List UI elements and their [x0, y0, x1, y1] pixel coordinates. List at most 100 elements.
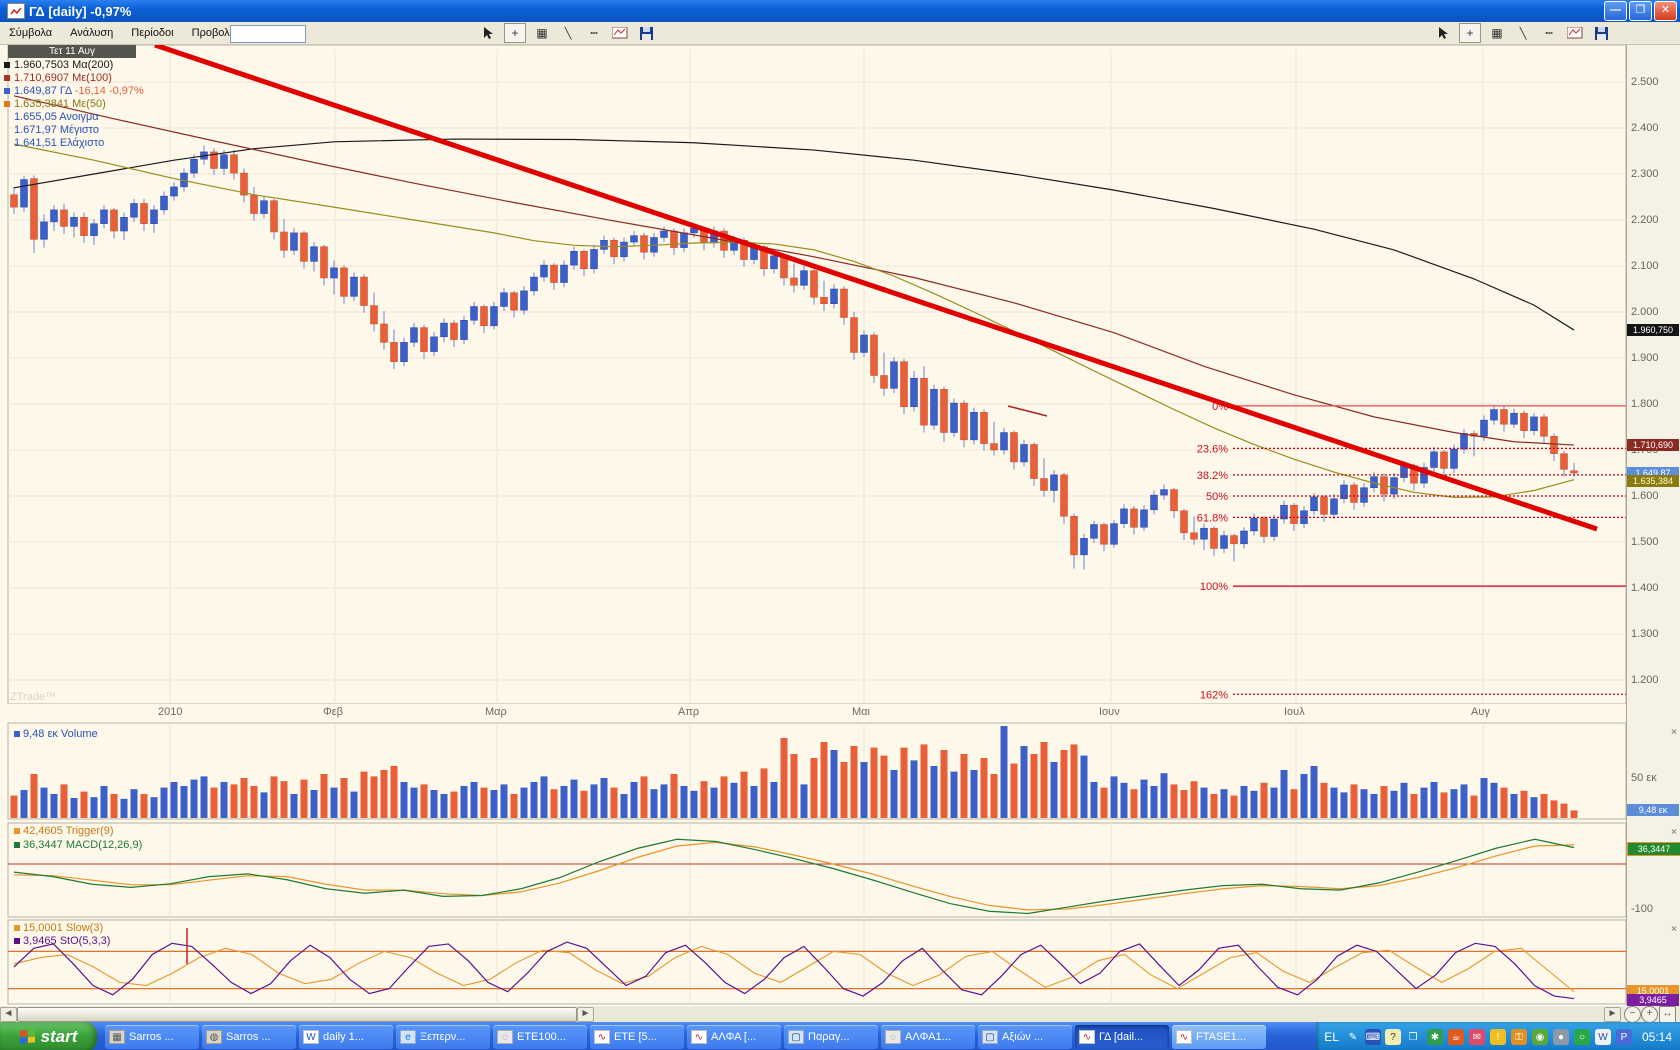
paint-icon[interactable]: P — [1616, 1029, 1632, 1045]
taskbar-button-ετε5[interactable]: ∿ΕΤΕ [5... — [590, 1025, 684, 1049]
y-axis-tick: 1.900 — [1631, 352, 1659, 364]
x-axis-label: Ιουλ — [1284, 706, 1305, 718]
close-panel-icon[interactable]: × — [1671, 924, 1677, 935]
help-icon[interactable]: ? — [1385, 1029, 1401, 1045]
close-button[interactable]: ✕ — [1654, 1, 1677, 21]
crosshair-tool-icon[interactable]: + — [1459, 23, 1481, 43]
candlestick-chart[interactable]: 0%23.6%38.2%50%61.8%100%162% — [0, 45, 1626, 1005]
trendline-tool-icon[interactable]: ╲ — [558, 24, 578, 42]
legend-marker — [4, 62, 10, 68]
mail-icon[interactable]: ✉ — [1469, 1029, 1485, 1045]
legend-row-3: 1.635,3841 Με(50) — [4, 98, 144, 111]
scroll-left-icon[interactable]: ◄ — [0, 1007, 17, 1022]
legend-row-6: 1.641,51 Ελάχιστο — [4, 137, 144, 150]
region-tool-icon[interactable]: ▦ — [1487, 24, 1507, 42]
dotted-line-tool-icon[interactable]: ┉ — [1539, 24, 1559, 42]
svg-text:23.6%: 23.6% — [1197, 443, 1228, 455]
stoch-slow-label: 15,0001 Slow(3) — [14, 922, 103, 934]
menu-Ανάλυση[interactable]: Ανάλυση — [61, 24, 122, 42]
taskbar-button-αξιν[interactable]: ▢Αξιών ... — [978, 1025, 1072, 1049]
dotted-line-tool-icon[interactable]: ┉ — [584, 24, 604, 42]
quick-symbol-input[interactable] — [230, 25, 306, 43]
system-tray: EL ✎⌨?❐ ✱ ☕ ✉! ⚿ ◉ ● ○ WP 05:14 — [1316, 1022, 1680, 1050]
scroll-right-icon[interactable]: ► — [577, 1007, 594, 1022]
zoom-in-button[interactable]: + — [1641, 1006, 1658, 1023]
globe-icon: ◍ — [206, 1030, 222, 1044]
cursor-tool-icon[interactable] — [478, 24, 498, 42]
y-axis-tick: 1.800 — [1631, 398, 1659, 410]
region-tool-icon[interactable]: ▦ — [532, 24, 552, 42]
word-icon[interactable]: W — [1595, 1029, 1611, 1045]
chart-icon: ∿ — [691, 1030, 707, 1044]
taskbar-button-αλφα[interactable]: ∿ΑΛΦΑ [... — [687, 1025, 781, 1049]
save-tool-icon[interactable] — [1591, 24, 1611, 42]
y-axis-tick: 2.300 — [1631, 168, 1659, 180]
zoom-out-button[interactable]: − — [1624, 1006, 1641, 1023]
trendline-tool-icon[interactable]: ╲ — [1513, 24, 1533, 42]
taskbar: start ▦Sarros ...◍Sarros ...Wdaily 1...e… — [0, 1022, 1680, 1050]
restore-button[interactable]: ❐ — [1629, 1, 1652, 21]
legend-row-4: 1.655,05 Ανοιγμα — [4, 111, 144, 124]
nvidia-icon[interactable]: ◉ — [1532, 1029, 1548, 1045]
agent-icon[interactable]: ✱ — [1427, 1029, 1443, 1045]
scrollbar-thumb[interactable] — [17, 1007, 577, 1022]
horizontal-scrollbar[interactable]: ◄ ► ► − + ↔ — [0, 1005, 1680, 1022]
minimize-button[interactable]: — — [1604, 1, 1627, 21]
start-button[interactable]: start — [0, 1022, 97, 1050]
pen-icon[interactable]: ✎ — [1345, 1029, 1361, 1045]
x-axis-label: Μαι — [852, 706, 870, 718]
crosshair-tool-icon[interactable]: + — [504, 23, 526, 43]
x-axis-label: 2010 — [158, 706, 182, 718]
scroll-right-end-icon[interactable]: ► — [1604, 1007, 1621, 1022]
taskbar-button-αλφα1[interactable]: ◌ΑΛΦΑ1... — [881, 1025, 975, 1049]
chart-legend: 1.960,7503 Μα(200)1.710,6907 Με(100)1.64… — [4, 59, 144, 150]
y-axis-tick: 2.200 — [1631, 214, 1659, 226]
tray-clock: 05:14 — [1642, 1030, 1672, 1044]
save-tool-icon[interactable] — [636, 24, 656, 42]
volume-axis-label: 50 εκ — [1631, 772, 1657, 784]
fit-width-button[interactable]: ↔ — [1659, 1006, 1676, 1023]
magnifier-icon: ◌ — [497, 1030, 513, 1044]
price-axis-gutter: 2.5002.4002.3002.2002.1002.0001.9001.800… — [1626, 45, 1680, 1005]
taskbar-button-sarros[interactable]: ◍Sarros ... — [202, 1025, 296, 1049]
stoch-sto-tag: 3,9465 — [1627, 994, 1679, 1006]
menu-Περίοδοι[interactable]: Περίοδοι — [122, 24, 182, 42]
antivirus-icon[interactable]: ○ — [1574, 1029, 1590, 1045]
close-panel-icon[interactable]: × — [1671, 727, 1677, 738]
chart-area[interactable]: Τετ 11 Αυγ 1.960,7503 Μα(200)1.710,6907 … — [0, 45, 1680, 1005]
chart-icon: ∿ — [1176, 1030, 1192, 1044]
y-axis-tick: 1.600 — [1631, 490, 1659, 502]
java-icon[interactable]: ☕ — [1448, 1029, 1464, 1045]
language-indicator[interactable]: EL — [1324, 1030, 1339, 1044]
macd-label: 36,3447 MACD(12,26,9) — [14, 839, 142, 851]
taskbar-button-παραγ[interactable]: ▢Παραγ... — [784, 1025, 878, 1049]
shield-alert-icon[interactable]: ! — [1490, 1029, 1506, 1045]
price-tag: 1.710,690 — [1627, 439, 1679, 451]
legend-row-5: 1.671,97 Μέγιστο — [4, 124, 144, 137]
toolbar-chevron-icon[interactable]: ❐ — [1405, 1029, 1421, 1045]
app-chart-icon — [7, 3, 25, 19]
taskbar-button-ftase1[interactable]: ∿FTASE1... — [1172, 1025, 1266, 1049]
y-axis-tick: 2.400 — [1631, 122, 1659, 134]
cursor-tool-icon[interactable] — [1433, 24, 1453, 42]
close-panel-icon[interactable]: × — [1671, 827, 1677, 838]
x-axis-labels: 2010ΦεβΜαρΑπρΜαιΙουνΙουλΑυγ — [0, 704, 1626, 723]
price-tag: 1.635,384 — [1627, 475, 1679, 487]
taskbar-button-sarros[interactable]: ▦Sarros ... — [105, 1025, 199, 1049]
webcam-icon[interactable]: ● — [1553, 1029, 1569, 1045]
keyboard-icon[interactable]: ⌨ — [1365, 1029, 1381, 1045]
menu-Σύμβολα[interactable]: Σύμβολα — [0, 24, 61, 42]
svg-text:100%: 100% — [1200, 581, 1228, 593]
stoch-sto-label: 3,9465 StO(5,3,3) — [14, 935, 110, 947]
taskbar-button-daily1[interactable]: Wdaily 1... — [299, 1025, 393, 1049]
chart-tool-icon[interactable] — [610, 24, 630, 42]
taskbar-button-γδdail[interactable]: ∿ΓΔ [dail... — [1075, 1025, 1169, 1049]
chart-tool-icon[interactable] — [1565, 24, 1585, 42]
taskbar-button-ξεπερν[interactable]: eΞεπερν... — [396, 1025, 490, 1049]
price-tag: 1.960,750 — [1627, 324, 1679, 336]
chart-icon: ∿ — [1079, 1030, 1095, 1044]
lock-icon[interactable]: ⚿ — [1511, 1029, 1527, 1045]
x-axis-label: Φεβ — [323, 706, 343, 718]
taskbar-button-ετε100[interactable]: ◌ΕΤΕ100... — [493, 1025, 587, 1049]
document-icon: W — [303, 1030, 319, 1044]
